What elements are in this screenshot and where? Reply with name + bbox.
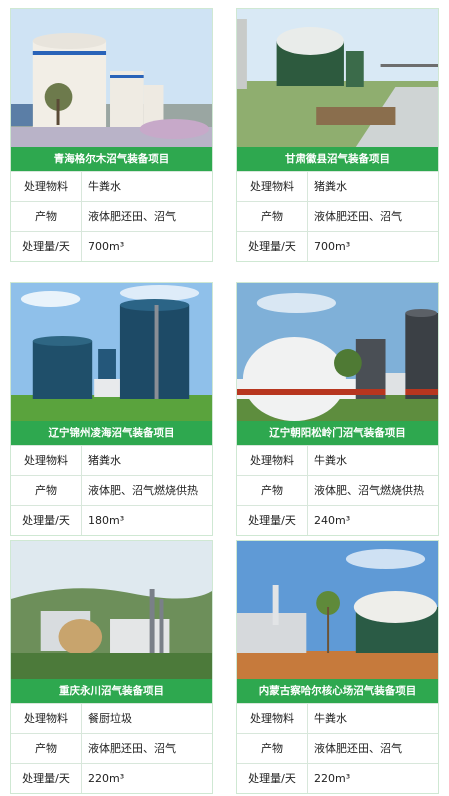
row-value: 180m³ (88, 514, 125, 527)
project-photo (237, 9, 438, 147)
project-title: 辽宁锦州凌海沼气装备项目 (11, 421, 212, 445)
project-photo (237, 283, 438, 421)
row-value: 液体肥还田、沼气 (314, 742, 402, 755)
row-value: 液体肥还田、沼气 (314, 210, 402, 223)
table-row: 处理量/天 180m³ (11, 505, 212, 535)
project-title: 辽宁朝阳松岭门沼气装备项目 (237, 421, 438, 445)
table-row: 产物 液体肥还田、沼气 (237, 201, 438, 231)
project-title: 内蒙古察哈尔核心场沼气装备项目 (237, 679, 438, 703)
row-label: 产物 (237, 476, 308, 505)
table-row: 处理量/天 220m³ (11, 763, 212, 793)
row-value: 牛粪水 (314, 712, 347, 725)
row-value: 猪粪水 (314, 180, 347, 193)
project-card-2: 甘肃徽县沼气装备项目 处理物料 猪粪水 产物 液体肥还田、沼气 处理量/天 700m³ (236, 8, 439, 262)
row-label: 处理量/天 (237, 764, 308, 793)
table-row: 产物 液体肥还田、沼气 (237, 733, 438, 763)
row-value: 牛粪水 (314, 454, 347, 467)
row-label: 处理物料 (237, 446, 308, 475)
table-row: 处理物料 牛粪水 (237, 445, 438, 475)
project-photo (11, 541, 212, 679)
table-row: 产物 液体肥、沼气燃烧供热 (237, 475, 438, 505)
row-label: 处理量/天 (237, 232, 308, 261)
project-card-6: 内蒙古察哈尔核心场沼气装备项目 处理物料 牛粪水 产物 液体肥还田、沼气 处理量/天… (236, 540, 439, 794)
row-value: 液体肥、沼气燃烧供热 (88, 484, 198, 497)
row-value: 牛粪水 (88, 180, 121, 193)
project-card-1: 青海格尔木沼气装备项目 处理物料 牛粪水 产物 液体肥还田、沼气 处理量/天 700m… (10, 8, 213, 262)
project-photo (11, 283, 212, 421)
row-value: 700m³ (314, 240, 351, 253)
row-value: 液体肥还田、沼气 (88, 742, 176, 755)
project-title: 甘肃徽县沼气装备项目 (237, 147, 438, 171)
table-row: 处理量/天 700m³ (11, 231, 212, 261)
row-label: 处理物料 (11, 446, 82, 475)
table-row: 处理物料 牛粪水 (11, 171, 212, 201)
row-label: 产物 (237, 734, 308, 763)
row-value: 220m³ (314, 772, 351, 785)
table-row: 处理量/天 240m³ (237, 505, 438, 535)
row-value: 液体肥、沼气燃烧供热 (314, 484, 424, 497)
project-photo (11, 9, 212, 147)
row-label: 产物 (11, 476, 82, 505)
row-label: 处理量/天 (237, 506, 308, 535)
table-row: 处理量/天 700m³ (237, 231, 438, 261)
table-row: 产物 液体肥、沼气燃烧供热 (11, 475, 212, 505)
row-label: 处理物料 (237, 704, 308, 733)
project-card-5: 重庆永川沼气装备项目 处理物料 餐厨垃圾 产物 液体肥还田、沼气 处理量/天 220m… (10, 540, 213, 794)
row-label: 处理物料 (11, 704, 82, 733)
project-photo (237, 541, 438, 679)
table-row: 产物 液体肥还田、沼气 (11, 201, 212, 231)
row-value: 220m³ (88, 772, 125, 785)
row-label: 产物 (11, 734, 82, 763)
row-value: 猪粪水 (88, 454, 121, 467)
row-label: 产物 (237, 202, 308, 231)
project-title: 重庆永川沼气装备项目 (11, 679, 212, 703)
table-row: 处理物料 猪粪水 (11, 445, 212, 475)
row-value: 240m³ (314, 514, 351, 527)
row-label: 处理物料 (237, 172, 308, 201)
row-label: 产物 (11, 202, 82, 231)
row-value: 液体肥还田、沼气 (88, 210, 176, 223)
table-row: 处理物料 餐厨垃圾 (11, 703, 212, 733)
row-label: 处理量/天 (11, 764, 82, 793)
row-label: 处理量/天 (11, 506, 82, 535)
row-label: 处理量/天 (11, 232, 82, 261)
table-row: 处理物料 猪粪水 (237, 171, 438, 201)
row-value: 餐厨垃圾 (88, 712, 132, 725)
table-row: 产物 液体肥还田、沼气 (11, 733, 212, 763)
table-row: 处理物料 牛粪水 (237, 703, 438, 733)
row-value: 700m³ (88, 240, 125, 253)
table-row: 处理量/天 220m³ (237, 763, 438, 793)
project-title: 青海格尔木沼气装备项目 (11, 147, 212, 171)
row-label: 处理物料 (11, 172, 82, 201)
project-card-3: 辽宁锦州凌海沼气装备项目 处理物料 猪粪水 产物 液体肥、沼气燃烧供热 处理量/天 1… (10, 282, 213, 536)
project-card-4: 辽宁朝阳松岭门沼气装备项目 处理物料 牛粪水 产物 液体肥、沼气燃烧供热 处理量/天… (236, 282, 439, 536)
